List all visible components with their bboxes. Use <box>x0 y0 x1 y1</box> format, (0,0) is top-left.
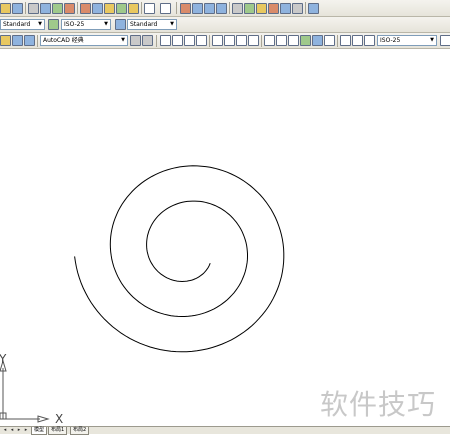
toolbar-separator <box>37 35 38 47</box>
radius-dimension-icon[interactable] <box>212 35 223 46</box>
redo-icon[interactable] <box>160 3 171 14</box>
toolbar-separator <box>261 35 262 47</box>
quick-leader-icon[interactable] <box>300 35 311 46</box>
cut-icon[interactable] <box>80 3 91 14</box>
toolbar-separator <box>25 2 26 14</box>
pan-icon[interactable] <box>180 3 191 14</box>
diameter-dimension-icon[interactable] <box>236 35 247 46</box>
chevron-down-icon: ▼ <box>104 21 108 27</box>
sheet-set-icon[interactable] <box>268 3 279 14</box>
layer-previous-icon[interactable] <box>24 35 35 46</box>
tool-palettes-icon[interactable] <box>256 3 267 14</box>
properties-icon[interactable] <box>232 3 243 14</box>
plot-preview-icon[interactable] <box>40 3 51 14</box>
baseline-dimension-icon[interactable] <box>276 35 287 46</box>
text-style-select[interactable]: Standard ▼ <box>0 19 45 30</box>
tolerance-icon[interactable] <box>312 35 323 46</box>
zoom-previous-icon[interactable] <box>216 3 227 14</box>
ucs-y-label: Y <box>0 352 7 366</box>
dimension-style-manager-icon[interactable] <box>440 35 450 46</box>
workspace-settings-icon[interactable] <box>130 35 141 46</box>
center-mark-icon[interactable] <box>324 35 335 46</box>
ucs-x-label: X <box>55 412 63 426</box>
block-editor-icon[interactable] <box>128 3 139 14</box>
table-style-icon[interactable] <box>115 19 126 30</box>
print-icon[interactable] <box>28 3 39 14</box>
workspace-value: AutoCAD 经典 <box>43 37 84 44</box>
toolbar-separator <box>229 2 230 14</box>
toolbar-separator <box>209 35 210 47</box>
publish-icon[interactable] <box>52 3 63 14</box>
table-style-select[interactable]: Standard ▼ <box>127 19 177 30</box>
help-icon[interactable] <box>308 3 319 14</box>
toolbar-separator <box>156 35 157 47</box>
workspace-save-icon[interactable] <box>142 35 153 46</box>
continue-dimension-icon[interactable] <box>288 35 299 46</box>
spiral-curve[interactable] <box>74 165 285 353</box>
match-properties-icon[interactable] <box>116 3 127 14</box>
ordinate-dimension-icon[interactable] <box>196 35 207 46</box>
chevron-down-icon: ▼ <box>170 21 174 27</box>
undo-icon[interactable] <box>144 3 155 14</box>
watermark-text: 软件技巧 <box>320 388 437 421</box>
quickcalc-icon[interactable] <box>292 3 303 14</box>
markup-set-icon[interactable] <box>280 3 291 14</box>
angular-dimension-icon[interactable] <box>248 35 259 46</box>
text-style-value: Standard <box>3 21 31 28</box>
dimension-style-icon[interactable] <box>48 19 59 30</box>
layer-state-icon[interactable] <box>12 35 23 46</box>
chevron-down-icon: ▼ <box>38 21 42 27</box>
dimension-style-select[interactable]: ISO-25 ▼ <box>61 19 111 30</box>
standard-toolbar <box>0 0 450 17</box>
ucs-icon: X Y <box>0 352 63 426</box>
toolbar-separator <box>305 2 306 14</box>
dimension-style-control-select[interactable]: ISO-25 ▼ <box>377 35 437 46</box>
drawing-svg[interactable]: X Y <box>0 49 450 426</box>
toolbar-separator <box>176 2 177 14</box>
aligned-dimension-icon[interactable] <box>172 35 183 46</box>
toolbar-separator <box>141 2 142 14</box>
toolbar-separator <box>77 2 78 14</box>
styles-toolbar: Standard ▼ ISO-25 ▼ Standard ▼ <box>0 17 450 33</box>
dimension-text-edit-icon[interactable] <box>352 35 363 46</box>
dimension-style-control-value: ISO-25 <box>380 37 401 44</box>
copy-icon[interactable] <box>92 3 103 14</box>
zoom-window-icon[interactable] <box>204 3 215 14</box>
jogged-dimension-icon[interactable] <box>224 35 235 46</box>
toolbar-separator <box>337 35 338 47</box>
layer-icon[interactable] <box>0 35 11 46</box>
tab-next-icon[interactable]: ▸ <box>16 427 22 434</box>
chevron-down-icon: ▼ <box>430 37 434 43</box>
drawing-canvas[interactable]: X Y <box>0 49 450 426</box>
dimension-style-value: ISO-25 <box>64 21 85 28</box>
linear-dimension-icon[interactable] <box>160 35 171 46</box>
quick-dimension-icon[interactable] <box>264 35 275 46</box>
dimension-update-icon[interactable] <box>364 35 375 46</box>
table-style-value: Standard <box>130 21 158 28</box>
3d-dwf-icon[interactable] <box>64 3 75 14</box>
tab-last-icon[interactable]: ▸ <box>23 427 29 434</box>
arc-length-icon[interactable] <box>184 35 195 46</box>
dimension-toolbar: AutoCAD 经典 ▼ ISO-25 ▼ <box>0 33 450 49</box>
save-icon[interactable] <box>12 3 23 14</box>
paste-icon[interactable] <box>104 3 115 14</box>
layout-tab-bar: ◂ ◂ ▸ ▸ 模型 布局1 布局2 <box>0 426 450 435</box>
design-center-icon[interactable] <box>244 3 255 14</box>
tab-first-icon[interactable]: ◂ <box>2 427 8 434</box>
dimension-edit-icon[interactable] <box>340 35 351 46</box>
zoom-realtime-icon[interactable] <box>192 3 203 14</box>
workspace-select[interactable]: AutoCAD 经典 ▼ <box>40 35 128 46</box>
new-file-icon[interactable] <box>0 3 11 14</box>
chevron-down-icon: ▼ <box>121 37 125 43</box>
tab-prev-icon[interactable]: ◂ <box>9 427 15 434</box>
